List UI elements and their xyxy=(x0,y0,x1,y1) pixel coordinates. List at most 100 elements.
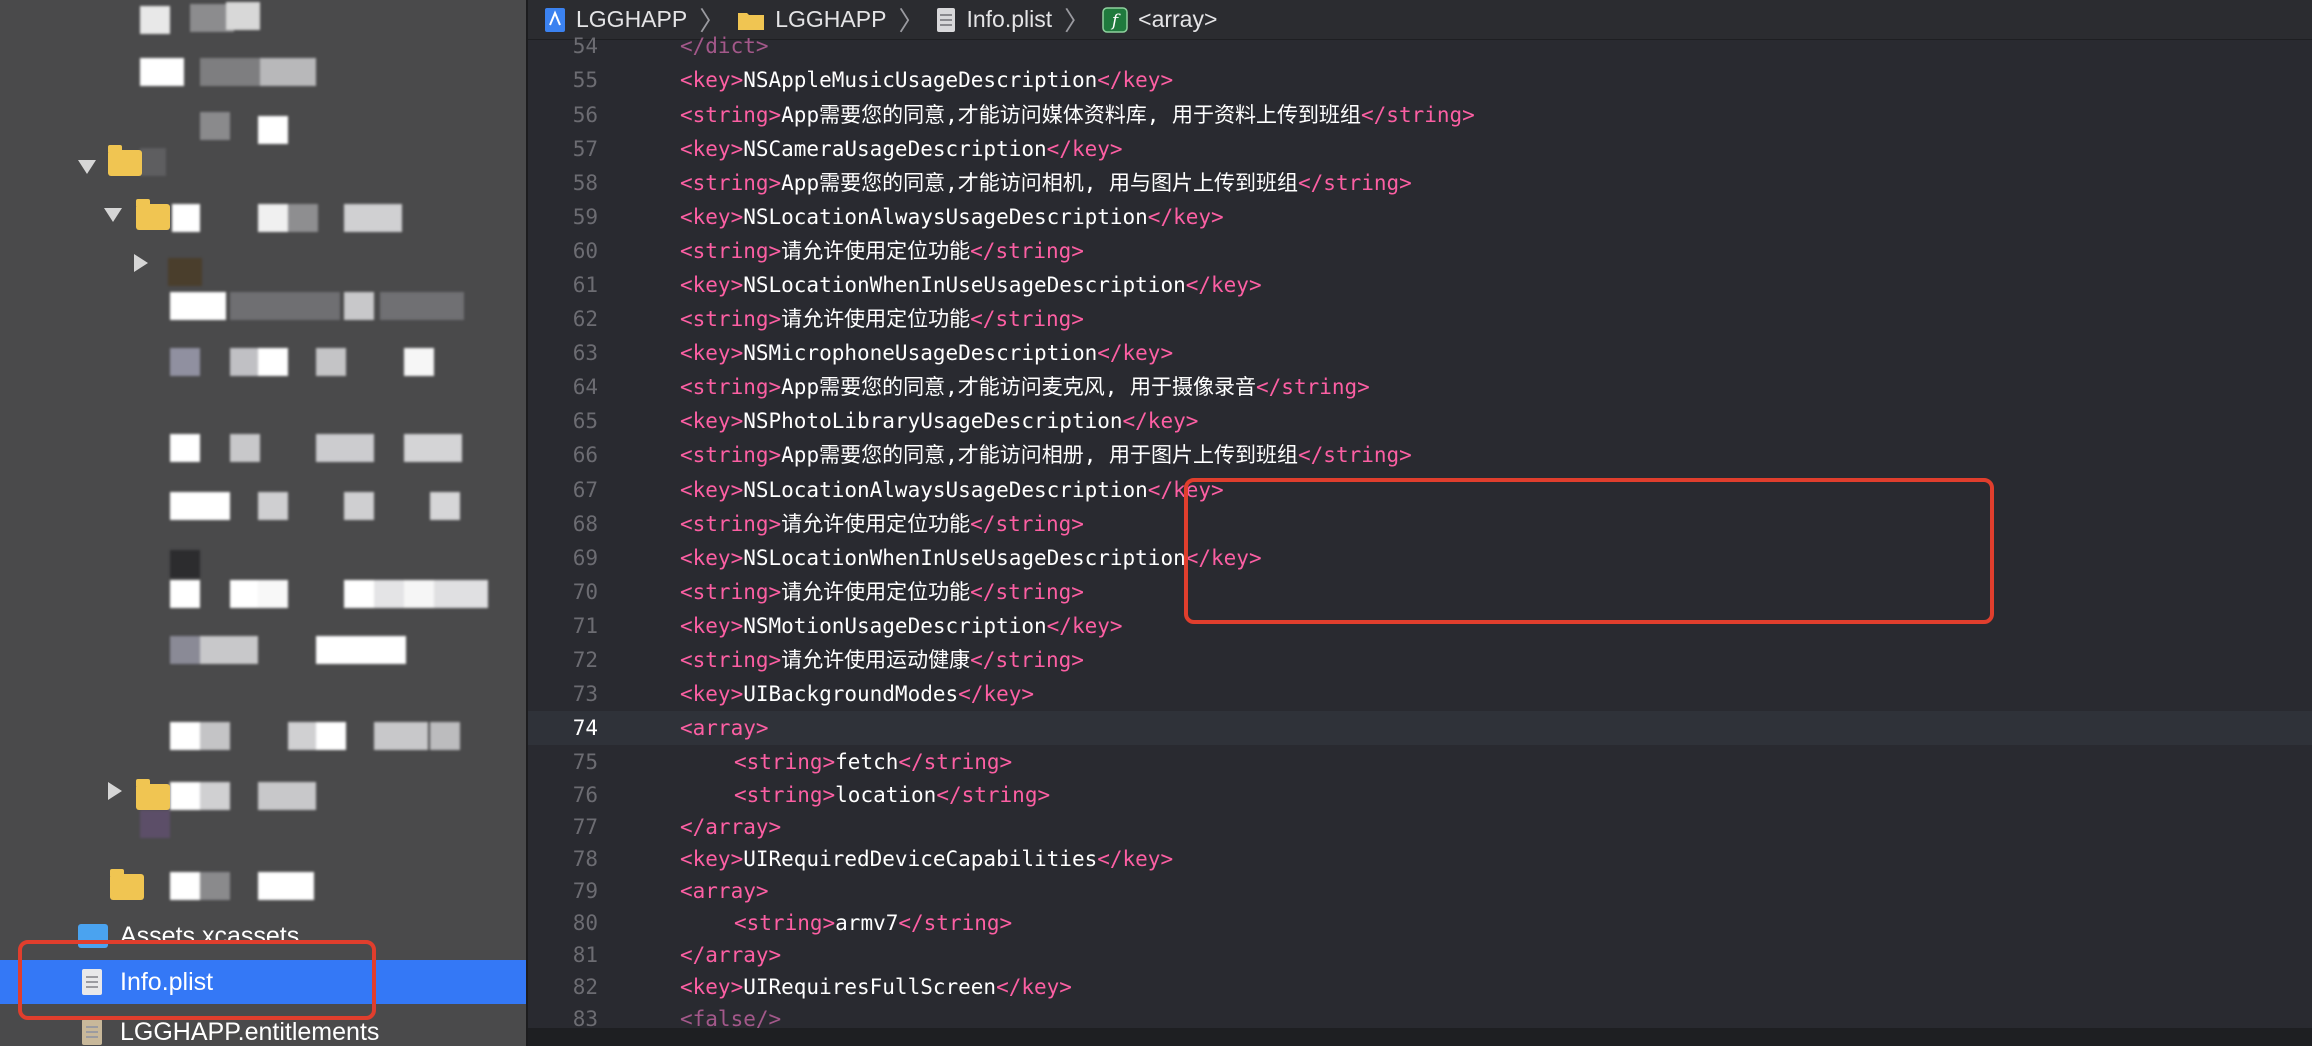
code-tag: </string> xyxy=(898,750,1013,774)
code-line[interactable]: 59 <key>NSLocationAlwaysUsageDescription<… xyxy=(528,200,2312,234)
line-number: 64 xyxy=(572,375,598,399)
disclosure-triangle-icon[interactable] xyxy=(104,208,122,222)
code-line[interactable]: 75 <string>fetch</string> xyxy=(528,745,2312,779)
line-content: <string>请允许使用定位功能</string> xyxy=(680,234,1084,268)
line-number: 58 xyxy=(572,171,598,195)
code-tag: </array> xyxy=(680,815,782,839)
line-number: 63 xyxy=(572,341,598,365)
code-line[interactable]: 62 <string>请允许使用定位功能</string> xyxy=(528,302,2312,336)
line-content: <key>UIRequiredDeviceCapabilities</key> xyxy=(680,842,1173,876)
code-value: UIRequiresFullScreen xyxy=(743,975,997,999)
code-line[interactable]: 73 <key>UIBackgroundModes</key> xyxy=(528,677,2312,711)
line-number: 79 xyxy=(572,879,598,903)
code-tag: </array> xyxy=(680,943,782,967)
code-line[interactable]: 55 <key>NSAppleMusicUsageDescription</key… xyxy=(528,63,2312,97)
disclosure-triangle-icon[interactable] xyxy=(108,782,122,800)
code-value: 请允许使用定位功能 xyxy=(781,239,971,263)
code-value: NSLocationWhenInUseUsageDescription xyxy=(743,546,1186,570)
code-line[interactable]: 72 <string>请允许使用运动健康</string> xyxy=(528,643,2312,677)
annotation-highlight-box xyxy=(18,940,376,1020)
code-value: NSCameraUsageDescription xyxy=(743,137,1047,161)
code-tag: <string> xyxy=(680,580,782,604)
line-content: <string>App需要您的同意,才能访问相册, 用于图片上传到班组</str… xyxy=(680,438,1412,472)
line-number: 69 xyxy=(572,546,598,570)
line-content: <array> xyxy=(680,711,769,745)
code-line[interactable]: 64 <string>App需要您的同意,才能访问麦克风, 用于摄像录音</str… xyxy=(528,370,2312,404)
code-value: 请允许使用定位功能 xyxy=(781,307,971,331)
line-number: 75 xyxy=(572,750,598,774)
code-line[interactable]: 74 <array> xyxy=(528,711,2312,745)
code-tag: </key> xyxy=(996,975,1072,999)
folder-icon xyxy=(136,199,170,230)
code-value: App需要您的同意,才能访问麦克风, 用于摄像录音 xyxy=(781,375,1257,399)
code-line[interactable]: 54 </dict> xyxy=(528,29,2312,63)
code-tag: </dict> xyxy=(680,34,769,58)
code-editor[interactable]: LGGHAPP 〉 LGGHAPP 〉 Info.plist 〉 f <arra… xyxy=(528,0,2312,1046)
line-number: 78 xyxy=(572,847,598,871)
code-tag: </string> xyxy=(970,307,1084,331)
code-tag: </string> xyxy=(970,512,1084,536)
code-line[interactable]: 60 <string>请允许使用定位功能</string> xyxy=(528,234,2312,268)
code-value: NSPhotoLibraryUsageDescription xyxy=(743,409,1123,433)
line-number: 72 xyxy=(572,648,598,672)
code-line[interactable]: 77 </array> xyxy=(528,810,2312,844)
code-line[interactable]: 58 <string>App需要您的同意,才能访问相机, 用与图片上传到班组</s… xyxy=(528,166,2312,200)
code-line[interactable]: 61 <key>NSLocationWhenInUseUsageDescripti… xyxy=(528,268,2312,302)
code-tag: <key> xyxy=(680,847,744,871)
code-tag: <array> xyxy=(680,879,769,903)
code-tag: </string> xyxy=(1256,375,1370,399)
code-tag: <string> xyxy=(680,512,782,536)
code-line[interactable]: 65 <key>NSPhotoLibraryUsageDescription</k… xyxy=(528,404,2312,438)
code-tag: <string> xyxy=(734,750,836,774)
code-tag: </string> xyxy=(970,580,1084,604)
code-tag: </key> xyxy=(958,682,1035,706)
code-line[interactable]: 66 <string>App需要您的同意,才能访问相册, 用于图片上传到班组</s… xyxy=(528,438,2312,472)
code-line[interactable]: 82 <key>UIRequiresFullScreen</key> xyxy=(528,970,2312,1004)
code-tag: <key> xyxy=(680,137,744,161)
folder-icon xyxy=(738,12,765,30)
code-tag: </key> xyxy=(1097,68,1174,92)
line-number: 70 xyxy=(572,580,598,604)
code-value: 请允许使用定位功能 xyxy=(781,512,971,536)
code-line[interactable]: 79 <array> xyxy=(528,874,2312,908)
code-tag: </string> xyxy=(1298,443,1412,467)
line-number: 59 xyxy=(572,205,598,229)
code-value: NSAppleMusicUsageDescription xyxy=(743,68,1098,92)
annotation-highlight-box xyxy=(1184,478,1994,624)
line-content: <string>armv7</string> xyxy=(734,906,1012,940)
line-number: 81 xyxy=(572,943,598,967)
code-line[interactable]: 81 </array> xyxy=(528,938,2312,972)
code-line[interactable]: 63 <key>NSMicrophoneUsageDescription</key… xyxy=(528,336,2312,370)
code-line[interactable]: 57 <key>NSCameraUsageDescription</key> xyxy=(528,132,2312,166)
code-tag: </key> xyxy=(1046,614,1123,638)
line-number: 73 xyxy=(572,682,598,706)
code-tag: </key> xyxy=(1097,847,1174,871)
line-content: <string>location</string> xyxy=(734,778,1050,812)
disclosure-triangle-icon[interactable] xyxy=(134,254,148,272)
code-tag: </key> xyxy=(1185,273,1262,297)
code-tag: </string> xyxy=(1361,103,1475,127)
code-line[interactable]: 56 <string>App需要您的同意,才能访问媒体资料库, 用于资料上传到班组… xyxy=(528,98,2312,132)
line-number: 74 xyxy=(572,716,598,740)
folder-icon xyxy=(110,869,144,900)
line-content: <string>请允许使用运动健康</string> xyxy=(680,643,1084,677)
line-content: <string>请允许使用定位功能</string> xyxy=(680,575,1084,609)
line-number: 57 xyxy=(572,137,598,161)
code-tag: <string> xyxy=(680,648,782,672)
line-content: <key>NSMotionUsageDescription</key> xyxy=(680,609,1123,643)
line-number: 80 xyxy=(572,911,598,935)
code-line[interactable]: 76 <string>location</string> xyxy=(528,778,2312,812)
line-number: 62 xyxy=(572,307,598,331)
line-content: </array> xyxy=(680,938,781,972)
code-line[interactable]: 80 <string>armv7</string> xyxy=(528,906,2312,940)
code-value: NSMicrophoneUsageDescription xyxy=(743,341,1098,365)
code-tag: </string> xyxy=(936,783,1051,807)
entitlements-file-icon xyxy=(82,1019,102,1045)
code-tag: <key> xyxy=(680,546,744,570)
code-line[interactable]: 78 <key>UIRequiredDeviceCapabilities</key… xyxy=(528,842,2312,876)
disclosure-triangle-icon[interactable] xyxy=(78,160,96,174)
code-value: App需要您的同意,才能访问相机, 用与图片上传到班组 xyxy=(781,171,1299,195)
code-value: fetch xyxy=(835,750,899,774)
code-tag: <key> xyxy=(680,478,744,502)
line-number: 68 xyxy=(572,512,598,536)
